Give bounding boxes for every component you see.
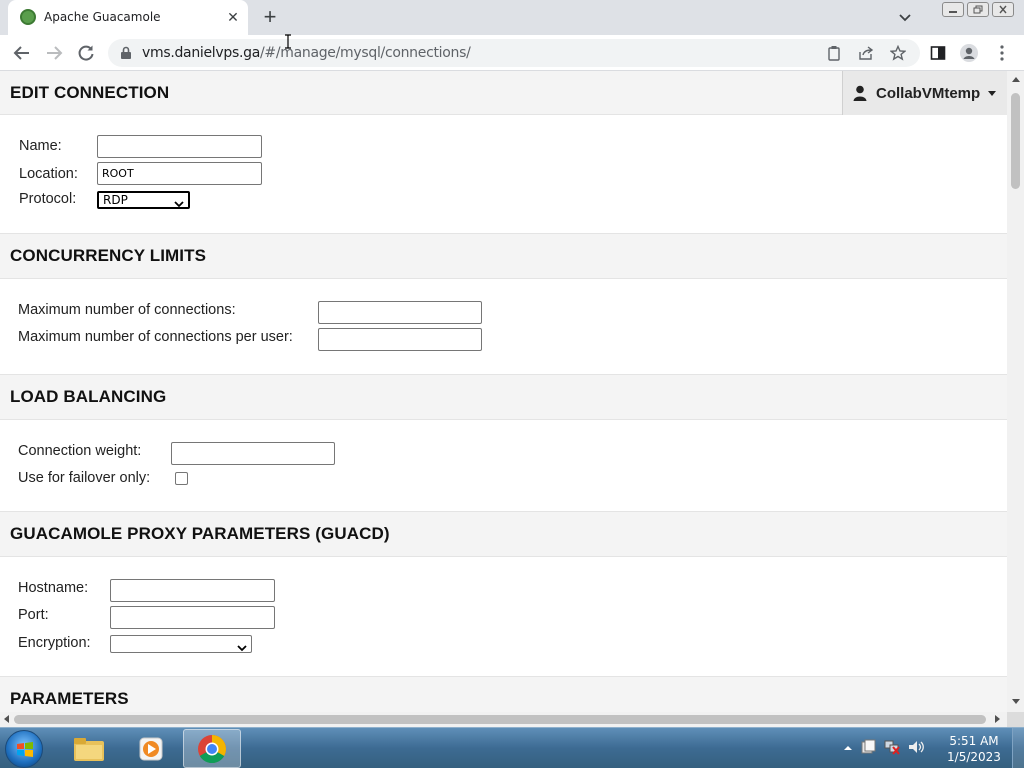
window-controls [942, 2, 1014, 17]
connection-weight-input[interactable] [171, 442, 335, 465]
guacd-parameters-header: GUACAMOLE PROXY PARAMETERS (GUACD) [0, 511, 1007, 557]
user-menu[interactable]: CollabVMtemp [842, 71, 1007, 115]
clock-date: 1/5/2023 [947, 750, 1001, 764]
user-icon [853, 85, 867, 104]
browser-menu-icon[interactable] [990, 41, 1014, 65]
scroll-down-icon[interactable] [1012, 699, 1020, 704]
tab-close-icon[interactable]: ✕ [224, 8, 242, 26]
page-title: EDIT CONNECTION [10, 83, 170, 102]
start-button[interactable] [5, 730, 43, 768]
horizontal-scrollbar[interactable] [0, 712, 1007, 727]
action-center-icon[interactable] [859, 738, 877, 759]
section-title: GUACAMOLE PROXY PARAMETERS (GUACD) [10, 524, 390, 543]
profile-avatar-icon[interactable] [957, 41, 981, 65]
lock-icon[interactable] [120, 46, 132, 63]
share-icon[interactable] [857, 44, 875, 62]
protocol-label: Protocol: [19, 191, 77, 207]
browser-tab[interactable]: Apache Guacamole ✕ [8, 0, 248, 35]
side-panel-icon[interactable] [926, 41, 950, 65]
media-player-icon [139, 737, 163, 760]
show-desktop-button[interactable] [1012, 728, 1024, 768]
bookmark-star-icon[interactable] [889, 44, 907, 62]
minimize-button[interactable] [942, 2, 964, 17]
max-connections-per-user-label: Maximum number of connections per user: [18, 329, 293, 345]
connection-weight-label: Connection weight: [18, 443, 142, 459]
load-balancing-header: LOAD BALANCING [0, 374, 1007, 420]
location-select[interactable]: ROOT [97, 162, 262, 185]
taskbar-chrome[interactable] [183, 729, 241, 768]
restore-button[interactable] [967, 2, 989, 17]
address-bar[interactable]: vms.danielvps.ga/#/manage/mysql/connecti… [108, 39, 920, 67]
max-connections-input[interactable] [318, 301, 482, 324]
failover-only-label: Use for failover only: [18, 470, 151, 486]
scroll-right-icon[interactable] [995, 715, 1000, 723]
hostname-input[interactable] [110, 579, 275, 602]
mouse-cursor-icon [283, 34, 293, 53]
network-disconnected-icon[interactable] [883, 738, 901, 759]
parameters-header: PARAMETERS [0, 676, 1007, 712]
scroll-up-icon[interactable] [1012, 77, 1020, 82]
concurrency-limits-header: CONCURRENCY LIMITS [0, 233, 1007, 279]
protocol-value: RDP [103, 193, 128, 207]
max-connections-label: Maximum number of connections: [18, 302, 236, 318]
clock-time: 5:51 AM [949, 734, 999, 748]
back-arrow-icon[interactable] [10, 41, 34, 65]
dropdown-chevron-icon [237, 640, 247, 656]
edit-connection-header: EDIT CONNECTION CollabVMtemp [0, 71, 1007, 115]
name-input[interactable] [97, 135, 262, 158]
tab-search-chevron-icon[interactable] [895, 9, 915, 27]
forward-arrow-icon[interactable] [42, 41, 66, 65]
encryption-label: Encryption: [18, 635, 91, 651]
windows-taskbar: 5:51 AM 1/5/2023 [0, 727, 1024, 768]
hostname-label: Hostname: [18, 580, 89, 596]
chevron-down-icon [988, 91, 996, 96]
windows-logo-icon [17, 742, 33, 757]
taskbar-file-explorer[interactable] [60, 729, 118, 768]
name-label: Name: [19, 138, 62, 154]
close-window-button[interactable] [992, 2, 1014, 17]
system-tray [843, 728, 925, 768]
protocol-select[interactable]: RDP [97, 191, 190, 209]
scrollbar-corner [1007, 712, 1024, 727]
url-host: vms.danielvps.ga [142, 45, 260, 61]
show-hidden-icons-icon[interactable] [843, 740, 853, 756]
port-input[interactable] [110, 606, 275, 629]
vertical-scrollbar[interactable] [1007, 71, 1024, 712]
horizontal-scroll-thumb[interactable] [14, 715, 986, 724]
browser-toolbar: vms.danielvps.ga/#/manage/mysql/connecti… [0, 34, 1024, 71]
username: CollabVMtemp [876, 85, 981, 102]
page-viewport: EDIT CONNECTION CollabVMtemp Name: Locat… [0, 71, 1007, 712]
section-title: LOAD BALANCING [10, 387, 167, 406]
location-label: Location: [19, 166, 78, 182]
reload-icon[interactable] [74, 41, 98, 65]
guacamole-favicon-icon [20, 9, 36, 25]
section-title: CONCURRENCY LIMITS [10, 246, 207, 265]
max-connections-per-user-input[interactable] [318, 328, 482, 351]
taskbar-media-player[interactable] [122, 729, 180, 768]
volume-icon[interactable] [907, 738, 925, 759]
failover-only-checkbox[interactable] [175, 472, 188, 485]
section-title: PARAMETERS [10, 689, 129, 708]
folder-icon [74, 737, 104, 761]
browser-tab-strip: Apache Guacamole ✕ + [0, 0, 1024, 35]
tab-title: Apache Guacamole [44, 10, 161, 24]
chrome-icon [198, 734, 226, 763]
dropdown-chevron-icon [174, 197, 184, 211]
install-app-icon[interactable] [825, 44, 843, 62]
vertical-scroll-thumb[interactable] [1011, 93, 1020, 189]
encryption-select[interactable] [110, 635, 252, 653]
port-label: Port: [18, 607, 49, 623]
system-clock[interactable]: 5:51 AM 1/5/2023 [944, 733, 1004, 765]
scroll-left-icon[interactable] [4, 715, 9, 723]
new-tab-button[interactable]: + [258, 4, 282, 30]
url-text[interactable]: vms.danielvps.ga/#/manage/mysql/connecti… [142, 45, 471, 61]
